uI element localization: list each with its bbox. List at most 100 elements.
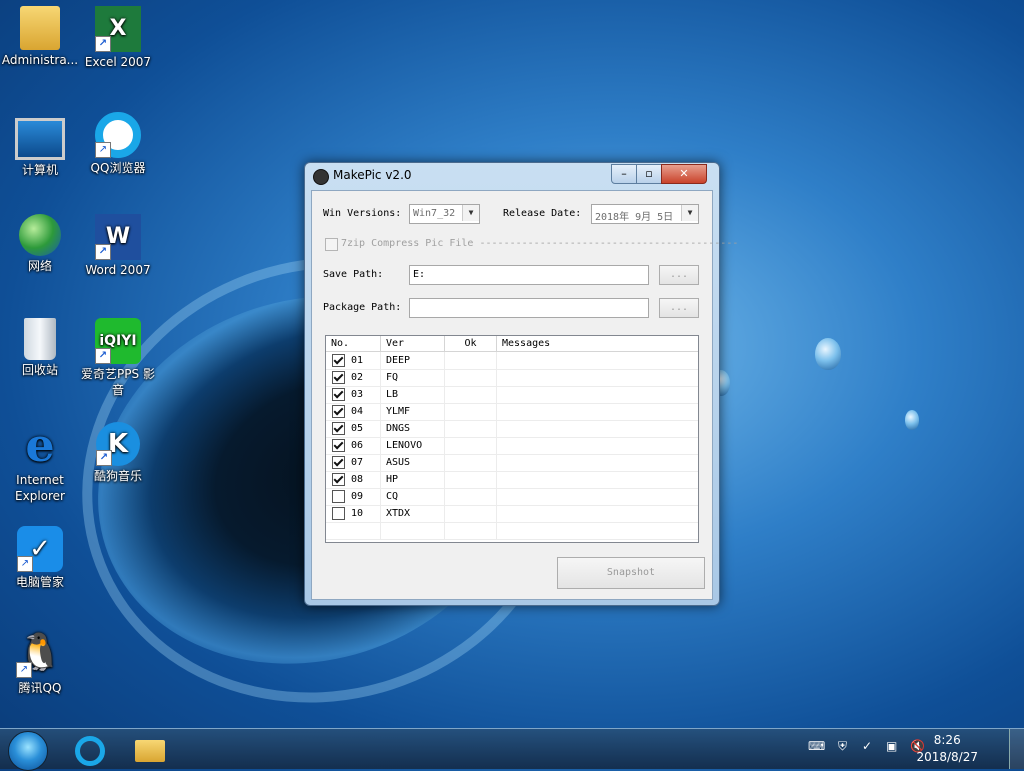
desktop-icon-computer[interactable]: 计算机 <box>0 112 80 178</box>
row-no-cell: 06 <box>326 437 381 454</box>
column-header-ok[interactable]: Ok <box>445 336 497 351</box>
system-clock[interactable]: 8:26 2018/8/27 <box>916 732 978 766</box>
network-disconnected-icon[interactable]: ▣ <box>886 739 897 753</box>
row-ok <box>445 488 497 505</box>
save-path-input[interactable]: E: <box>409 265 649 285</box>
row-checkbox[interactable] <box>332 371 345 384</box>
row-ver: FQ <box>381 369 445 386</box>
row-checkbox[interactable] <box>332 507 345 520</box>
row-messages <box>497 454 698 471</box>
shortcut-arrow-icon: ↗ <box>95 36 111 52</box>
row-checkbox[interactable] <box>332 405 345 418</box>
row-ver: LENOVO <box>381 437 445 454</box>
versions-list[interactable]: No. Ver Ok Messages 01 DEEP 02 FQ 03 LB 04 YLMF… <box>325 335 699 543</box>
row-no: 08 <box>351 474 364 485</box>
row-no-cell: 07 <box>326 454 381 471</box>
desktop-icon-internet-explorer[interactable]: e Internet Explorer <box>0 422 80 504</box>
win-versions-value: Win7_32 <box>413 208 456 219</box>
pc-manager-tray-icon[interactable]: ✓ <box>862 739 872 753</box>
security-shield-icon[interactable]: ⛨ <box>838 739 847 754</box>
show-desktop-button[interactable] <box>1009 729 1024 769</box>
column-header-no[interactable]: No. <box>326 336 381 351</box>
chevron-down-icon[interactable]: ▼ <box>681 205 698 221</box>
taskbar-explorer-folder-icon[interactable] <box>130 733 170 765</box>
release-date-picker[interactable]: 2018年 9月 5日 ▼ <box>591 204 699 224</box>
row-messages <box>497 403 698 420</box>
table-row[interactable]: 06 LENOVO <box>326 437 698 455</box>
row-no-cell: 09 <box>326 488 381 505</box>
row-checkbox[interactable] <box>332 388 345 401</box>
win-versions-select[interactable]: Win7_32 ▼ <box>409 204 480 224</box>
desktop-icon-label: 腾讯QQ <box>18 681 62 695</box>
minimize-button[interactable]: – <box>611 164 637 184</box>
shortcut-arrow-icon: ↗ <box>95 142 111 158</box>
window-titlebar[interactable]: MakePic v2.0 – ▫ ✕ <box>305 163 719 189</box>
table-row[interactable]: 07 ASUS <box>326 454 698 472</box>
table-row[interactable]: 09 CQ <box>326 488 698 506</box>
desktop-icon-label: Administra... <box>1 53 79 67</box>
row-ver: HP <box>381 471 445 488</box>
save-path-browse-button[interactable]: ... <box>659 265 699 285</box>
desktop-icon-label: 爱奇艺PPS 影音 <box>81 367 155 397</box>
row-checkbox[interactable] <box>332 422 345 435</box>
compress-checkbox[interactable] <box>325 238 338 251</box>
row-checkbox[interactable] <box>332 473 345 486</box>
row-ver: XTDX <box>381 505 445 522</box>
row-checkbox[interactable] <box>332 490 345 503</box>
table-row[interactable]: 02 FQ <box>326 369 698 387</box>
desktop-icon-network[interactable]: 网络 <box>0 214 80 274</box>
row-no: 05 <box>351 423 364 434</box>
desktop-icon-label: Internet Explorer <box>15 473 65 503</box>
row-checkbox[interactable] <box>332 456 345 469</box>
column-header-messages[interactable]: Messages <box>497 336 698 351</box>
row-no-cell: 04 <box>326 403 381 420</box>
desktop-icon-administrator[interactable]: Administra... <box>0 6 80 68</box>
package-path-input[interactable] <box>409 298 649 318</box>
table-row[interactable]: 03 LB <box>326 386 698 404</box>
table-row[interactable]: 08 HP <box>326 471 698 489</box>
desktop-icon-qq-browser[interactable]: ↗ QQ浏览器 <box>78 112 158 176</box>
row-ver: YLMF <box>381 403 445 420</box>
close-button[interactable]: ✕ <box>661 164 707 184</box>
desktop-icon-label: 电脑管家 <box>15 575 64 589</box>
row-no: 06 <box>351 440 364 451</box>
column-header-ver[interactable]: Ver <box>381 336 445 351</box>
desktop-icon-label: Excel 2007 <box>84 55 152 69</box>
snapshot-button[interactable]: Snapshot <box>557 557 705 589</box>
table-row[interactable]: 04 YLMF <box>326 403 698 421</box>
row-ok <box>445 403 497 420</box>
start-button[interactable] <box>8 731 48 771</box>
clock-date: 2018/8/27 <box>916 750 978 764</box>
desktop-icon-iqiyi[interactable]: iQIYI ↗ 爱奇艺PPS 影音 <box>78 318 158 398</box>
keyboard-icon[interactable]: ⌨ <box>808 739 825 753</box>
row-no: 04 <box>351 406 364 417</box>
shortcut-arrow-icon: ↗ <box>95 348 111 364</box>
row-checkbox[interactable] <box>332 439 345 452</box>
desktop-icon-kugou[interactable]: K ↗ 酷狗音乐 <box>78 422 158 484</box>
row-ver: DEEP <box>381 352 445 369</box>
desktop-icon-pc-manager[interactable]: ✓ ↗ 电脑管家 <box>0 526 80 590</box>
desktop-icon-recycle-bin[interactable]: 回收站 <box>0 318 80 378</box>
row-no-cell: 01 <box>326 352 381 369</box>
row-ok <box>445 471 497 488</box>
release-date-label: Release Date: <box>503 208 582 219</box>
table-row[interactable]: 01 DEEP <box>326 352 698 370</box>
compress-separator: ----------------------------------------… <box>479 238 739 249</box>
row-messages <box>497 488 698 505</box>
desktop-icon-label: 回收站 <box>21 363 58 377</box>
taskbar-qq-browser-icon[interactable] <box>70 733 110 766</box>
wallpaper-drop <box>905 410 919 430</box>
iqiyi-icon: iQIYI ↗ <box>95 318 141 364</box>
chevron-down-icon[interactable]: ▼ <box>462 205 479 221</box>
desktop-icon-excel[interactable]: X ↗ Excel 2007 <box>78 6 158 70</box>
wallpaper-drop <box>815 338 841 370</box>
row-messages <box>497 352 698 369</box>
desktop-icon-word[interactable]: W ↗ Word 2007 <box>78 214 158 278</box>
package-path-browse-button[interactable]: ... <box>659 298 699 318</box>
table-row[interactable]: 10 XTDX <box>326 505 698 523</box>
maximize-button[interactable]: ▫ <box>636 164 662 184</box>
desktop-icon-tencent-qq[interactable]: 🐧 ↗ 腾讯QQ <box>0 630 80 696</box>
taskbar: ⌨ ⛨ ✓ ▣ 🔇 8:26 2018/8/27 <box>0 728 1024 771</box>
row-checkbox[interactable] <box>332 354 345 367</box>
table-row[interactable]: 05 DNGS <box>326 420 698 438</box>
